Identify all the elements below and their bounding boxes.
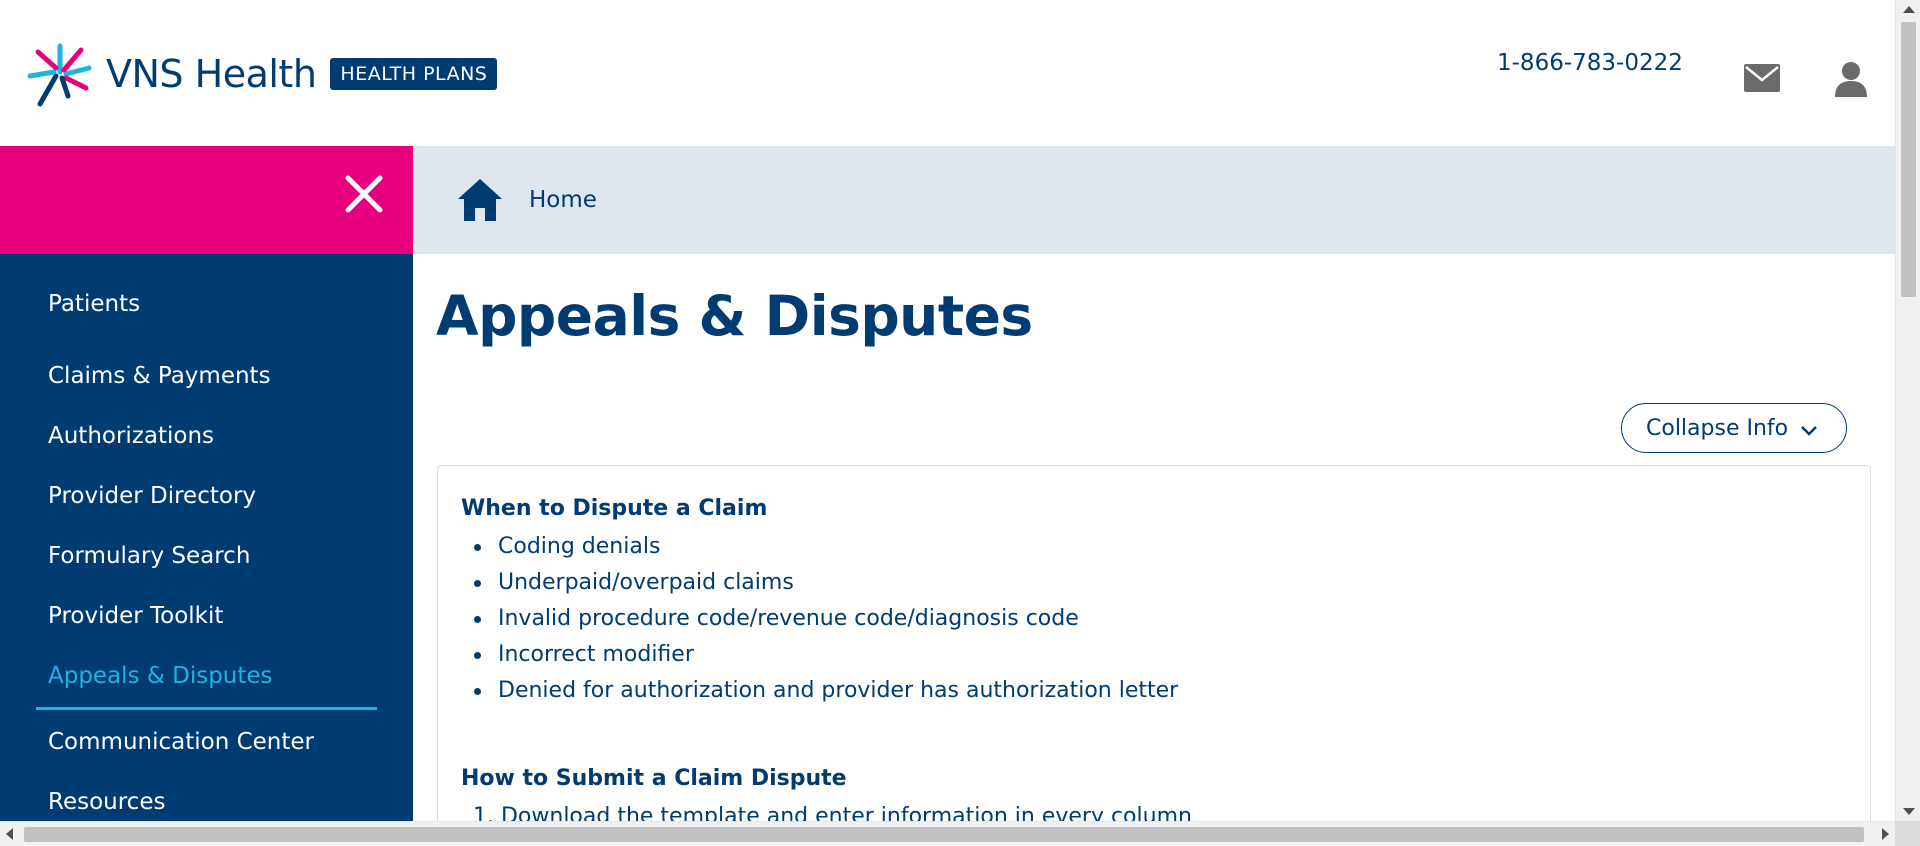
scroll-up-arrow-icon[interactable]: [1903, 6, 1915, 13]
horizontal-scroll-thumb[interactable]: [24, 827, 1864, 842]
horizontal-scrollbar[interactable]: [0, 821, 1895, 846]
sidebar-item-resources[interactable]: Resources: [0, 772, 413, 821]
chevron-down-icon: [1801, 426, 1818, 436]
scroll-down-arrow-icon[interactable]: [1903, 808, 1915, 815]
list-item: Underpaid/overpaid claims: [473, 565, 1178, 601]
scroll-left-arrow-icon[interactable]: [6, 828, 13, 840]
scroll-right-arrow-icon[interactable]: [1882, 828, 1889, 840]
page-title: Appeals & Disputes: [436, 284, 1033, 348]
collapse-info-button[interactable]: Collapse Info: [1621, 403, 1847, 453]
breadcrumb-home-link[interactable]: Home: [529, 187, 597, 213]
vns-starburst-logo-icon: [27, 43, 92, 107]
user-icon[interactable]: [1834, 61, 1868, 97]
sidebar-item-appeals-disputes[interactable]: Appeals & Disputes: [0, 646, 413, 710]
brand-badge: HEALTH PLANS: [330, 58, 498, 90]
sidebar-item-provider-toolkit[interactable]: Provider Toolkit: [0, 586, 413, 646]
sidebar-item-claims-payments[interactable]: Claims & Payments: [0, 346, 413, 406]
section-heading-how-to-submit: How to Submit a Claim Dispute: [461, 766, 847, 791]
breadcrumb: Home: [413, 146, 1895, 254]
phone-link[interactable]: 1-866-783-0222: [1497, 50, 1683, 76]
collapse-info-label: Collapse Info: [1646, 415, 1789, 441]
close-icon[interactable]: [344, 174, 384, 214]
envelope-icon[interactable]: [1744, 64, 1780, 92]
list-item: Incorrect modifier: [473, 637, 1178, 673]
sidebar-menu: Patients Claims & Payments Authorization…: [0, 254, 413, 821]
sidebar-item-provider-directory[interactable]: Provider Directory: [0, 466, 413, 526]
sidebar-item-formulary-search[interactable]: Formulary Search: [0, 526, 413, 586]
vns-health-logo[interactable]: VNS Health HEALTH PLANS: [26, 38, 498, 110]
brand-name: VNS Health: [106, 52, 317, 96]
home-icon[interactable]: [457, 177, 503, 223]
sidebar-item-patients[interactable]: Patients: [0, 274, 413, 334]
sidebar-nav: Patients Claims & Payments Authorization…: [0, 146, 413, 821]
scrollbar-corner: [1895, 821, 1920, 846]
dispute-reasons-list: Coding denials Underpaid/overpaid claims…: [473, 529, 1178, 709]
site-header: VNS Health HEALTH PLANS 1-866-783-0222: [0, 0, 1895, 146]
sidebar-item-communication-center[interactable]: Communication Center: [0, 712, 413, 772]
vertical-scroll-thumb[interactable]: [1901, 22, 1916, 297]
list-item: Denied for authorization and provider ha…: [473, 673, 1178, 709]
sidebar-header: [0, 146, 413, 254]
list-item: Coding denials: [473, 529, 1178, 565]
sidebar-item-authorizations[interactable]: Authorizations: [0, 406, 413, 466]
info-panel: When to Dispute a Claim Coding denials U…: [437, 465, 1871, 846]
section-heading-when-to-dispute: When to Dispute a Claim: [461, 496, 768, 521]
vertical-scrollbar[interactable]: [1895, 0, 1920, 821]
list-item: Invalid procedure code/revenue code/diag…: [473, 601, 1178, 637]
